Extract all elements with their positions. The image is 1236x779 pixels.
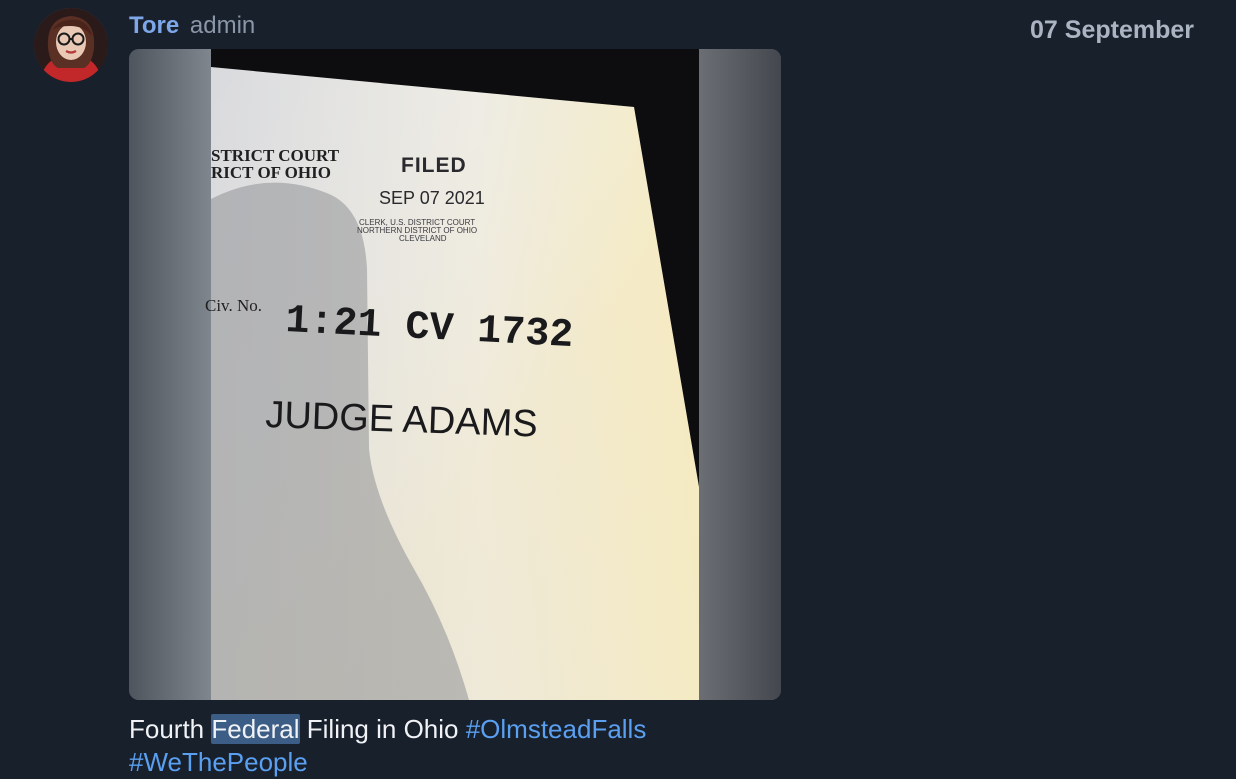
author-avatar[interactable] bbox=[34, 8, 108, 82]
message-date: 07 September bbox=[1030, 16, 1194, 44]
author-role-badge: admin bbox=[189, 12, 256, 39]
caption-highlighted-word: Federal bbox=[211, 714, 300, 744]
civ-no-label: Civ. No. bbox=[205, 296, 262, 315]
caption-text-before: Fourth bbox=[129, 714, 212, 744]
caption-text-after: Filing in Ohio bbox=[299, 714, 466, 744]
filed-date: SEP 07 2021 bbox=[379, 188, 485, 208]
avatar-photo-icon bbox=[34, 8, 108, 82]
court-header-line2: RICT OF OHIO bbox=[211, 163, 331, 182]
court-filing-photo: STRICT COURT RICT OF OHIO FILED SEP 07 2… bbox=[129, 49, 781, 700]
hashtag-link[interactable]: #OlmsteadFalls bbox=[466, 714, 647, 744]
clerk-line3: CLEVELAND bbox=[399, 234, 447, 243]
author-name[interactable]: Tore bbox=[129, 12, 179, 39]
chat-message: Tore admin 07 September STRICT COURT RIC… bbox=[0, 0, 1236, 778]
message-header: Tore admin bbox=[129, 10, 255, 42]
message-photo[interactable]: STRICT COURT RICT OF OHIO FILED SEP 07 2… bbox=[129, 49, 781, 700]
filed-stamp: FILED bbox=[401, 154, 467, 177]
message-caption: Fourth Federal Filing in Ohio #OlmsteadF… bbox=[129, 713, 749, 779]
hashtag-link[interactable]: #WeThePeople bbox=[129, 747, 308, 777]
